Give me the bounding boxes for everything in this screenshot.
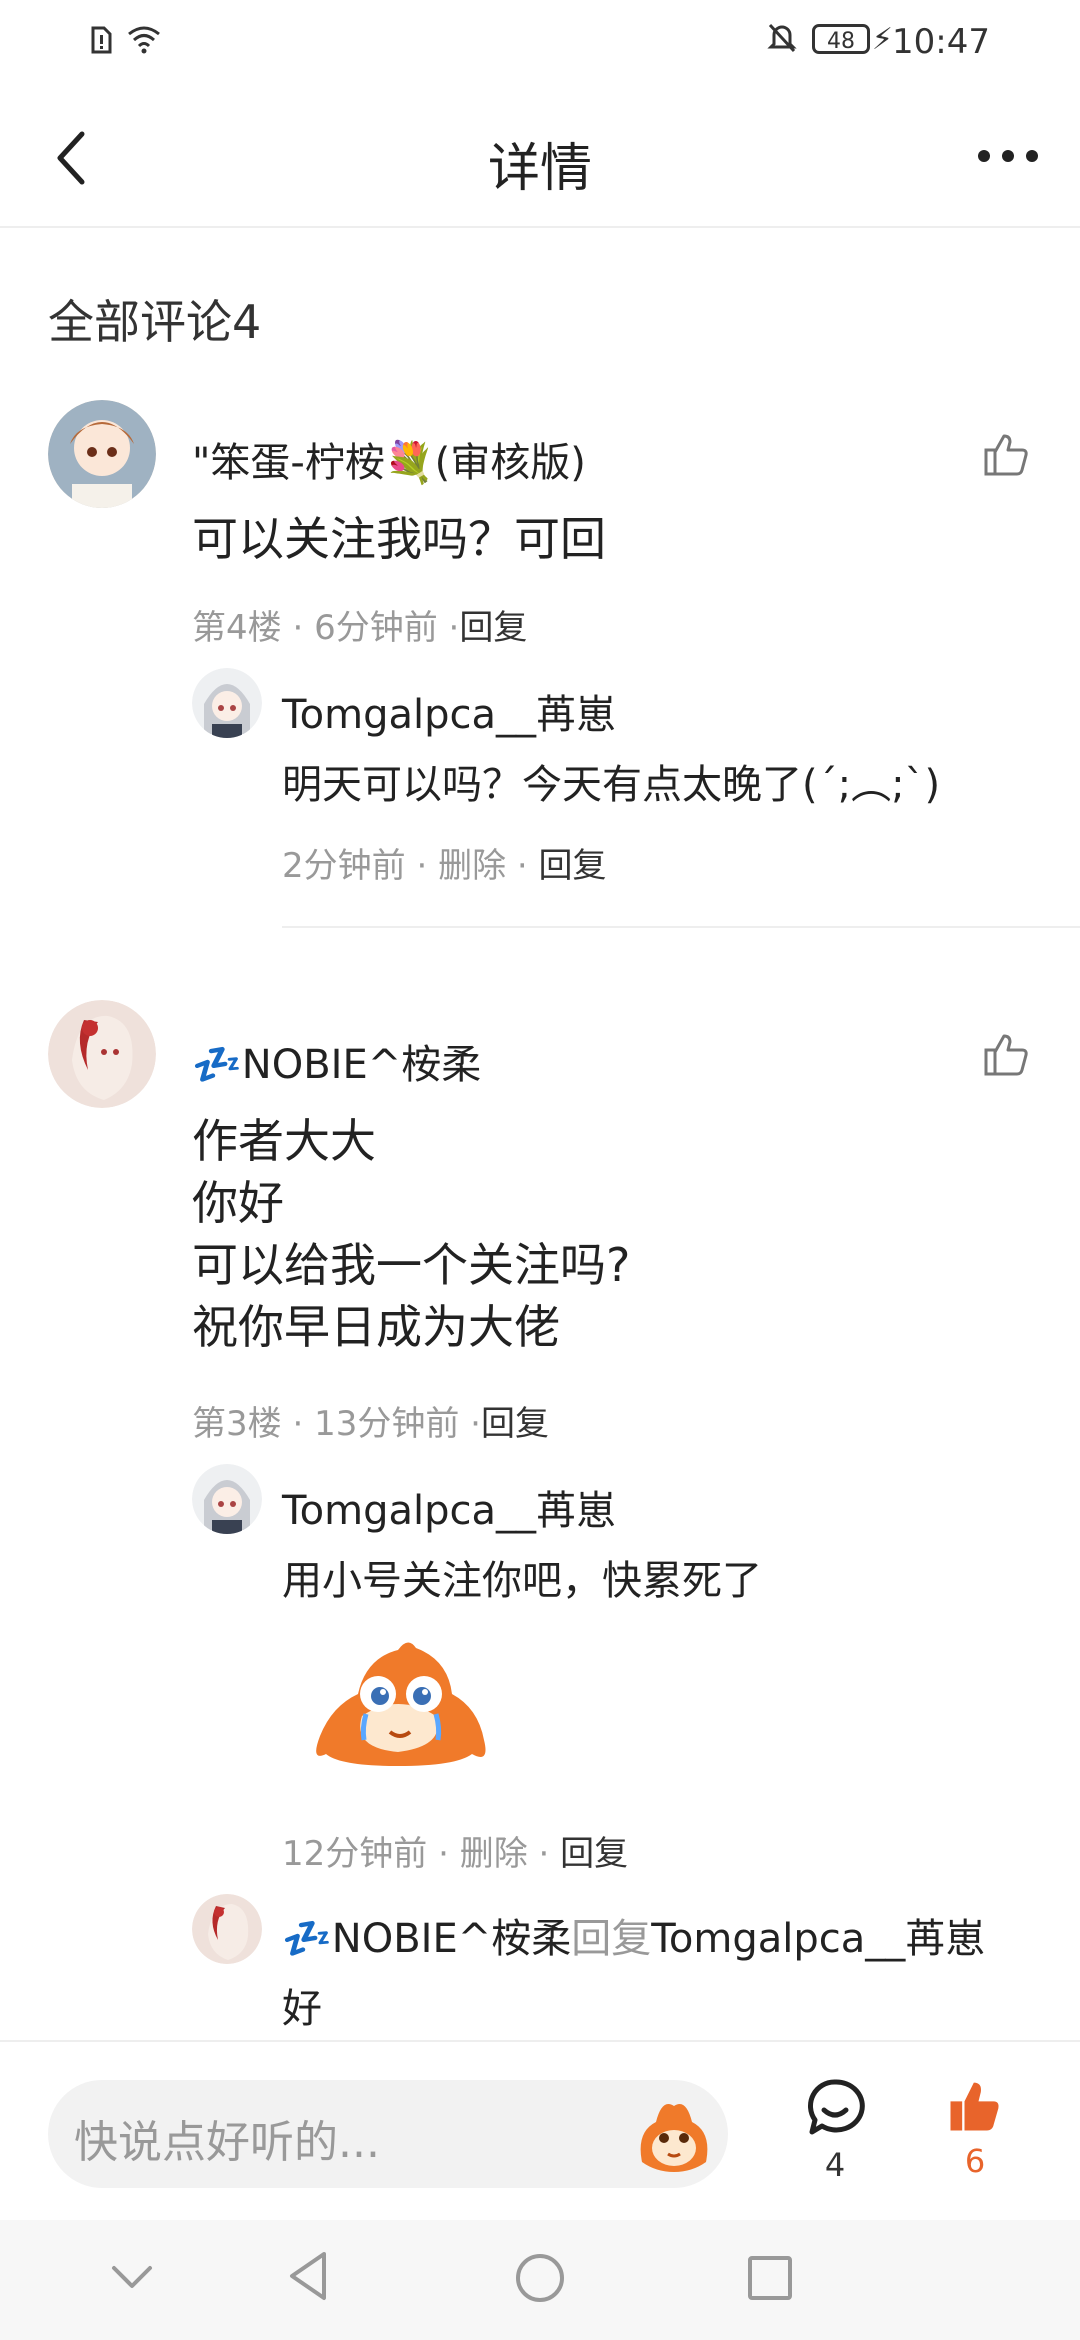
back-triangle-icon[interactable] xyxy=(286,2250,330,2302)
bottom-action-bar: 快说点好听的... 4 6 xyxy=(0,2040,1080,2222)
delete-button[interactable]: 删除 xyxy=(460,1834,528,1874)
sim-alert-icon xyxy=(91,26,112,54)
thumb-up-icon[interactable] xyxy=(982,430,1030,478)
floor-label: 第3楼 xyxy=(192,1404,282,1444)
comment-text-line: 祝你早日成为大佬 xyxy=(192,1300,560,1354)
reply-target[interactable]: Tomgalpca__苒崽 xyxy=(651,1916,985,1962)
comment-text-line: 你好 xyxy=(192,1176,284,1230)
comment-text-line: 可以给我一个关注吗? xyxy=(192,1238,631,1292)
delete-button[interactable]: 删除 xyxy=(438,846,506,886)
divider xyxy=(282,926,1080,928)
comment-bubble-icon xyxy=(807,2079,865,2135)
comments-button[interactable]: 4 xyxy=(800,2078,870,2184)
clock: 10:47 xyxy=(892,22,990,62)
reply-header: 💤NOBIE^桉柔回复Tomgalpca__苒崽 xyxy=(282,1906,985,1964)
reply-author[interactable]: Tomgalpca__苒崽 xyxy=(282,682,616,740)
reply-to-word: 回复 xyxy=(571,1916,652,1962)
crying-fox-sticker[interactable] xyxy=(306,1636,492,1772)
avatar[interactable] xyxy=(48,400,156,508)
recents-square-icon[interactable] xyxy=(746,2254,794,2302)
comment-count: 4 xyxy=(824,2146,846,2184)
avatar[interactable] xyxy=(192,668,262,738)
avatar[interactable] xyxy=(192,1894,262,1964)
reply-time: 2分钟前 xyxy=(282,846,406,886)
reply-button[interactable]: 回复 xyxy=(560,1834,628,1874)
top-navigation-bar: 详情 xyxy=(0,90,1080,228)
reply-button[interactable]: 回复 xyxy=(459,608,527,648)
battery-indicator: 48 xyxy=(812,24,870,54)
reply-meta: 12分钟前 · 删除 · 回复 xyxy=(282,1834,629,1874)
thumb-up-icon[interactable] xyxy=(982,1030,1030,1078)
comment-input-placeholder: 快说点好听的... xyxy=(74,2117,380,2168)
comment-meta: 第3楼 · 13分钟前 ·回复 xyxy=(192,1404,549,1444)
page-title: 详情 xyxy=(487,139,592,199)
reply-text: 用小号关注你吧，快累死了 xyxy=(282,1558,762,1604)
comment-author[interactable]: 💤NOBIE^桉柔 xyxy=(192,1032,481,1090)
comment-text: 可以关注我吗？可回 xyxy=(192,512,606,566)
reply-text: 明天可以吗？今天有点太晚了(´;︵;`) xyxy=(282,762,941,808)
system-navigation-bar xyxy=(0,2220,1080,2340)
reply-author[interactable]: Tomgalpca__苒崽 xyxy=(282,1478,616,1536)
reply-text: 好 xyxy=(282,1986,322,2032)
reply-author[interactable]: 💤NOBIE^桉柔 xyxy=(282,1916,571,1962)
comment-text-line: 作者大大 xyxy=(192,1114,376,1168)
reply-meta: 2分钟前 · 删除 · 回复 xyxy=(282,846,607,886)
like-count: 6 xyxy=(964,2142,986,2180)
more-dots-icon[interactable] xyxy=(976,148,1040,164)
avatar[interactable] xyxy=(48,1000,156,1108)
comment-time: 6分钟前 xyxy=(314,608,438,648)
charging-icon: ⚡ xyxy=(871,22,893,57)
wifi-icon xyxy=(128,26,160,54)
all-comments-title: 全部评论4 xyxy=(48,295,262,349)
mute-bell-icon xyxy=(767,23,797,53)
comment-input[interactable]: 快说点好听的... xyxy=(48,2080,728,2188)
reply-button[interactable]: 回复 xyxy=(539,846,607,886)
reply-time: 12分钟前 xyxy=(282,1834,428,1874)
avatar[interactable] xyxy=(192,1464,262,1534)
floor-label: 第4楼 xyxy=(192,608,282,648)
home-circle-icon[interactable] xyxy=(514,2252,566,2304)
comment-author[interactable]: "笨蛋-柠桉💐(审核版) xyxy=(192,430,586,488)
emoji-icon[interactable] xyxy=(632,2092,716,2176)
reply-button[interactable]: 回复 xyxy=(481,1404,549,1444)
status-bar: 48 ⚡ 10:47 xyxy=(0,0,1080,90)
thumb-up-icon xyxy=(950,2082,999,2131)
like-button[interactable]: 6 xyxy=(940,2078,1010,2180)
hide-keyboard-icon[interactable] xyxy=(110,2262,154,2292)
comment-meta: 第4楼 · 6分钟前 ·回复 xyxy=(192,608,528,648)
comment-time: 13分钟前 xyxy=(314,1404,460,1444)
